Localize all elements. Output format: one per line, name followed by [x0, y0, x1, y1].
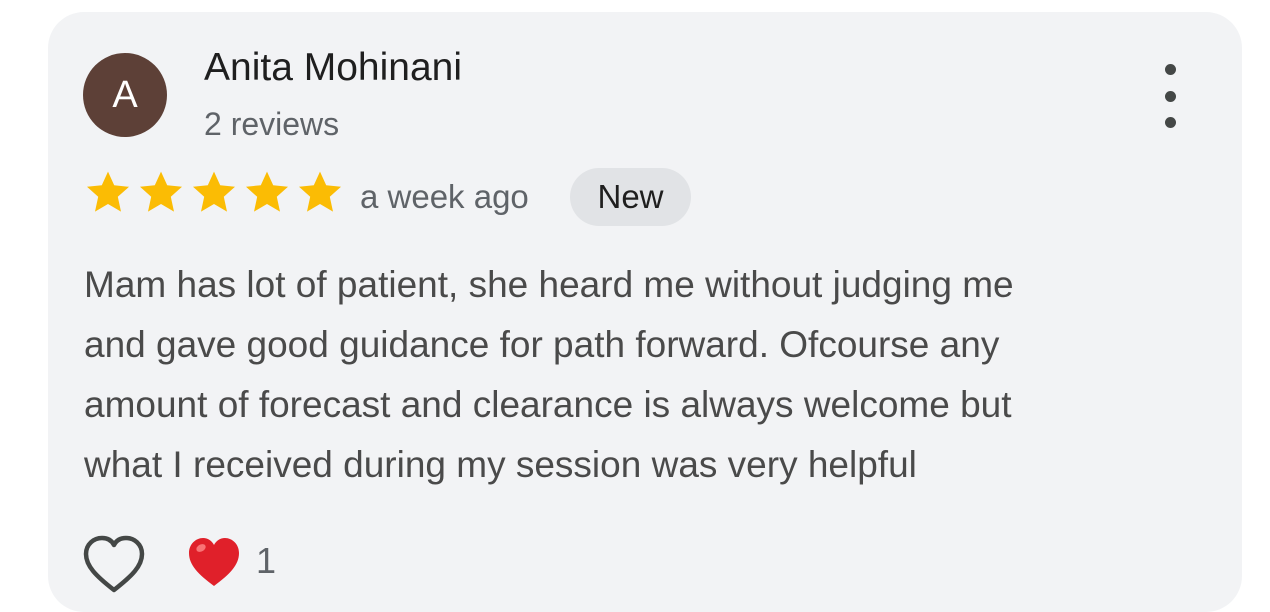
review-text-line: and gave good guidance for path forward.…: [84, 324, 1000, 365]
heart-reaction-button[interactable]: [186, 534, 242, 590]
review-text: Mam has lot of patient, she heard me wit…: [84, 255, 1184, 495]
author-name[interactable]: Anita Mohinani: [204, 46, 462, 90]
more-vert-icon-dot: [1164, 90, 1176, 102]
reaction-count: 1: [256, 540, 277, 581]
more-vert-icon-dot: [1164, 117, 1176, 128]
author-reviews-count[interactable]: 2 reviews: [204, 106, 339, 143]
more-vert-icon: [1164, 64, 1176, 75]
like-button[interactable]: [82, 534, 146, 594]
star-icon: [246, 171, 288, 212]
review-text-line: what I received during my session was ve…: [84, 444, 917, 485]
new-badge: New: [570, 168, 691, 226]
heart-outline-icon: [83, 535, 145, 593]
more-options-button[interactable]: [1150, 64, 1190, 128]
review-text-line: amount of forecast and clearance is alwa…: [84, 384, 1012, 425]
red-heart-icon: [189, 538, 239, 586]
avatar[interactable]: A: [83, 53, 167, 137]
star-icon: [140, 171, 182, 212]
review-text-line: Mam has lot of patient, she heard me wit…: [84, 264, 1014, 305]
avatar-initial: A: [112, 73, 138, 116]
star-icon: [299, 171, 341, 212]
star-icon: [193, 171, 235, 212]
new-badge-label: New: [597, 178, 664, 215]
star-icon: [87, 171, 129, 212]
review-time: a week ago: [360, 178, 529, 215]
star-rating: [84, 170, 344, 216]
